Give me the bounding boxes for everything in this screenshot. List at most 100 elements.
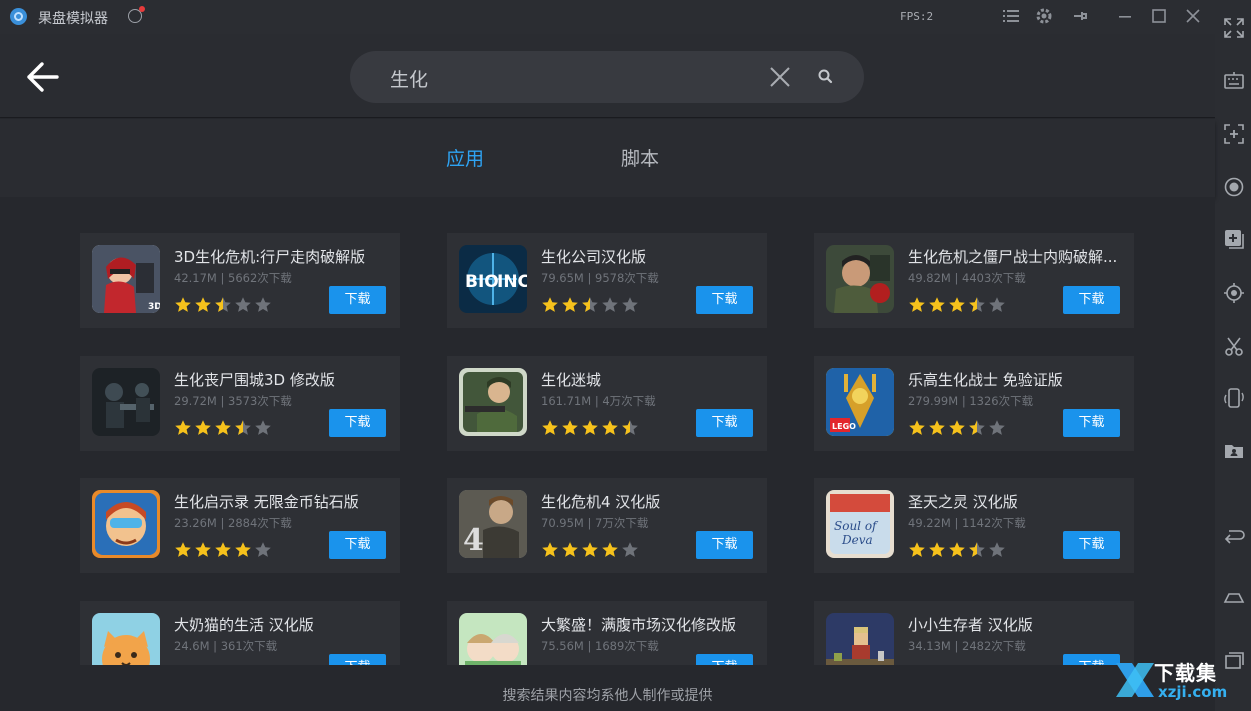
app-card[interactable]: LEGO 乐高生化战士 免验证版 279.99M | 1326次下载下载 (814, 356, 1134, 451)
pin-icon[interactable] (1070, 7, 1090, 27)
star-empty-icon (601, 296, 619, 314)
svg-text:3D: 3D (148, 302, 160, 312)
clear-search-icon[interactable] (768, 65, 792, 89)
app-meta: 29.72M | 3573次下载 (174, 394, 292, 408)
download-button[interactable]: 下载 (329, 409, 386, 437)
star-empty-icon (541, 664, 559, 665)
app-name[interactable]: 生化启示录 无限金币钻石版 (174, 491, 392, 512)
app-meta: 42.17M | 5662次下载 (174, 271, 292, 285)
app-card[interactable]: 生化迷城 161.71M | 4万次下载 下载 (447, 356, 767, 451)
android-back-icon[interactable] (1223, 524, 1245, 546)
star-empty-icon (581, 664, 599, 665)
lego-bionicle-icon[interactable]: LEGO (826, 368, 894, 436)
download-button[interactable]: 下载 (696, 409, 753, 437)
app-card[interactable]: 生化危机之僵尸战士内购破解... 49.82M | 4403次下载 下载 (814, 233, 1134, 328)
tab-apps[interactable]: 应用 (446, 144, 484, 171)
star-full-icon (174, 419, 192, 437)
app-card[interactable]: Soul of Deva 圣天之灵 汉化版 49.22M | 1142次下载下载 (814, 478, 1134, 573)
app-name[interactable]: 大奶猫的生活 汉化版 (174, 614, 392, 635)
app-card[interactable]: 4 生化危机4 汉化版 70.95M | 7万次下载 下载 (447, 478, 767, 573)
app-card[interactable]: 3D 3D生化危机:行尸走肉破解版 42.17M | 5662次下载下载 (80, 233, 400, 328)
pixel-survivor-icon[interactable] (826, 613, 894, 665)
download-button[interactable]: 下载 (696, 531, 753, 559)
app-name[interactable]: 生化公司汉化版 (541, 246, 759, 267)
green-soldier-icon[interactable] (459, 368, 527, 436)
app-card[interactable]: 小小生存者 汉化版34.13M | 2482次下载下载 (814, 601, 1134, 665)
download-button[interactable]: 下载 (696, 654, 753, 665)
star-full-icon (234, 541, 252, 559)
app-card[interactable]: 生化丧尸围城3D 修改版 29.72M | 3573次下载下载 (80, 356, 400, 451)
menu-list-icon[interactable] (1001, 7, 1021, 27)
search-box[interactable]: 生化 (350, 51, 864, 103)
screenshot-icon[interactable] (1223, 123, 1245, 145)
star-full-icon (561, 296, 579, 314)
app-name[interactable]: 生化迷城 (541, 369, 759, 390)
android-home-icon[interactable] (1223, 586, 1245, 608)
app-meta: 279.99M | 1326次下载 (908, 394, 1034, 408)
download-button[interactable]: 下载 (329, 286, 386, 314)
search-icon[interactable] (816, 67, 836, 87)
soul-of-deva-icon[interactable]: Soul of Deva (826, 490, 894, 558)
app-name[interactable]: 小小生存者 汉化版 (908, 614, 1126, 635)
download-button[interactable]: 下载 (329, 654, 386, 665)
close-window-icon[interactable] (1183, 7, 1203, 27)
anime-girls-icon[interactable] (459, 613, 527, 665)
star-empty-icon (908, 664, 926, 665)
star-full-icon (908, 419, 926, 437)
keyboard-icon[interactable] (1223, 70, 1245, 92)
tab-scripts[interactable]: 脚本 (621, 144, 659, 171)
notification-icon[interactable] (128, 6, 145, 23)
record-icon[interactable] (1223, 176, 1245, 198)
download-button[interactable]: 下载 (1063, 531, 1120, 559)
app-name[interactable]: 3D生化危机:行尸走肉破解版 (174, 246, 392, 267)
app-name[interactable]: 大繁盛！满腹市场汉化修改版 (541, 614, 759, 635)
cat-icon[interactable] (92, 613, 160, 665)
download-button[interactable]: 下载 (329, 531, 386, 559)
download-button[interactable]: 下载 (696, 286, 753, 314)
app-card[interactable]: 大奶猫的生活 汉化版 24.6M | 361次下载下载 (80, 601, 400, 665)
location-icon[interactable] (1223, 282, 1245, 304)
svg-text:Deva: Deva (841, 533, 873, 547)
dark-soldier-icon[interactable] (92, 368, 160, 436)
cartoon-hero-icon[interactable] (92, 490, 160, 558)
scissors-icon[interactable] (1223, 335, 1245, 357)
maximize-icon[interactable] (1149, 7, 1169, 27)
settings-gear-icon[interactable] (1034, 7, 1054, 27)
star-full-icon (194, 419, 212, 437)
app-card[interactable]: 生化启示录 无限金币钻石版 23.26M | 2884次下载 下载 (80, 478, 400, 573)
svg-text:4: 4 (463, 523, 484, 558)
star-full-icon (174, 541, 192, 559)
star-empty-icon (234, 296, 252, 314)
app-name[interactable]: 圣天之灵 汉化版 (908, 491, 1126, 512)
app-card[interactable]: BIO INC 生化公司汉化版 79.65M | 9578次下载 下载 (447, 233, 767, 328)
app-name[interactable]: 乐高生化战士 免验证版 (908, 369, 1126, 390)
fullscreen-icon[interactable] (1223, 17, 1245, 39)
add-apk-icon[interactable] (1223, 228, 1245, 250)
fps-counter: FPS:2 (900, 10, 934, 23)
minimize-icon[interactable] (1115, 7, 1135, 27)
zombie-girl-icon[interactable]: 3D (92, 245, 160, 313)
star-full-icon (928, 541, 946, 559)
zombie-soldier-icon[interactable] (826, 245, 894, 313)
app-meta: 49.22M | 1142次下载 (908, 516, 1026, 530)
star-full-icon (214, 541, 232, 559)
star-empty-icon (254, 419, 272, 437)
download-button[interactable]: 下载 (1063, 286, 1120, 314)
download-button[interactable]: 下载 (1063, 409, 1120, 437)
star-full-icon (928, 296, 946, 314)
app-name[interactable]: 生化危机之僵尸战士内购破解... (908, 246, 1126, 267)
app-name[interactable]: 生化危机4 汉化版 (541, 491, 759, 512)
svg-text:INC: INC (497, 272, 527, 292)
app-name[interactable]: 生化丧尸围城3D 修改版 (174, 369, 392, 390)
app-card[interactable]: 大繁盛！满腹市场汉化修改版 75.56M | 1689次下载下载 (447, 601, 767, 665)
star-full-icon (561, 419, 579, 437)
bio-inc-icon[interactable]: BIO INC (459, 245, 527, 313)
resident-evil-4-icon[interactable]: 4 (459, 490, 527, 558)
search-input[interactable]: 生化 (390, 65, 428, 92)
rotate-screen-icon[interactable] (1223, 387, 1245, 409)
shared-folder-icon[interactable] (1223, 440, 1245, 462)
star-half-icon (234, 419, 252, 437)
star-empty-icon (928, 664, 946, 665)
star-empty-icon (621, 664, 639, 665)
back-arrow-icon[interactable] (26, 60, 60, 94)
